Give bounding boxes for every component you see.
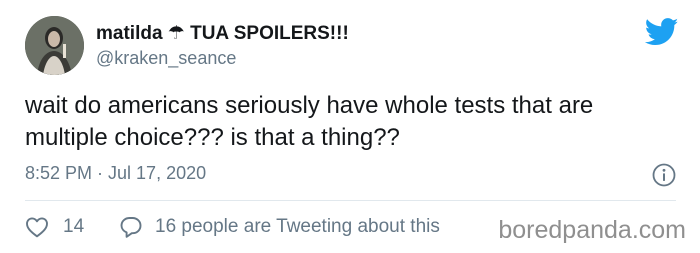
watermark: boredpanda.com [490, 214, 688, 247]
conversation-link[interactable]: 16 people are Tweeting about this [119, 214, 440, 240]
twitter-bird-icon[interactable] [644, 18, 679, 46]
tweet-text: wait do americans seriously have whole t… [25, 92, 594, 151]
heart-icon [25, 216, 49, 238]
divider [25, 200, 676, 201]
info-icon[interactable] [652, 163, 676, 187]
conversation-label: 16 people are Tweeting about this [155, 216, 440, 237]
avatar[interactable] [25, 16, 84, 75]
like-count: 14 [63, 216, 85, 237]
display-name[interactable]: matilda ☂ TUA SPOILERS!!! [96, 22, 349, 45]
speech-bubble-icon [119, 215, 143, 239]
tweet-card: matilda ☂ TUA SPOILERS!!! @kraken_seance… [0, 0, 700, 253]
like-button[interactable]: 14 [25, 214, 84, 240]
tweet-timestamp[interactable]: 8:52 PM · Jul 17, 2020 [25, 163, 206, 184]
user-handle[interactable]: @kraken_seance [96, 48, 236, 69]
